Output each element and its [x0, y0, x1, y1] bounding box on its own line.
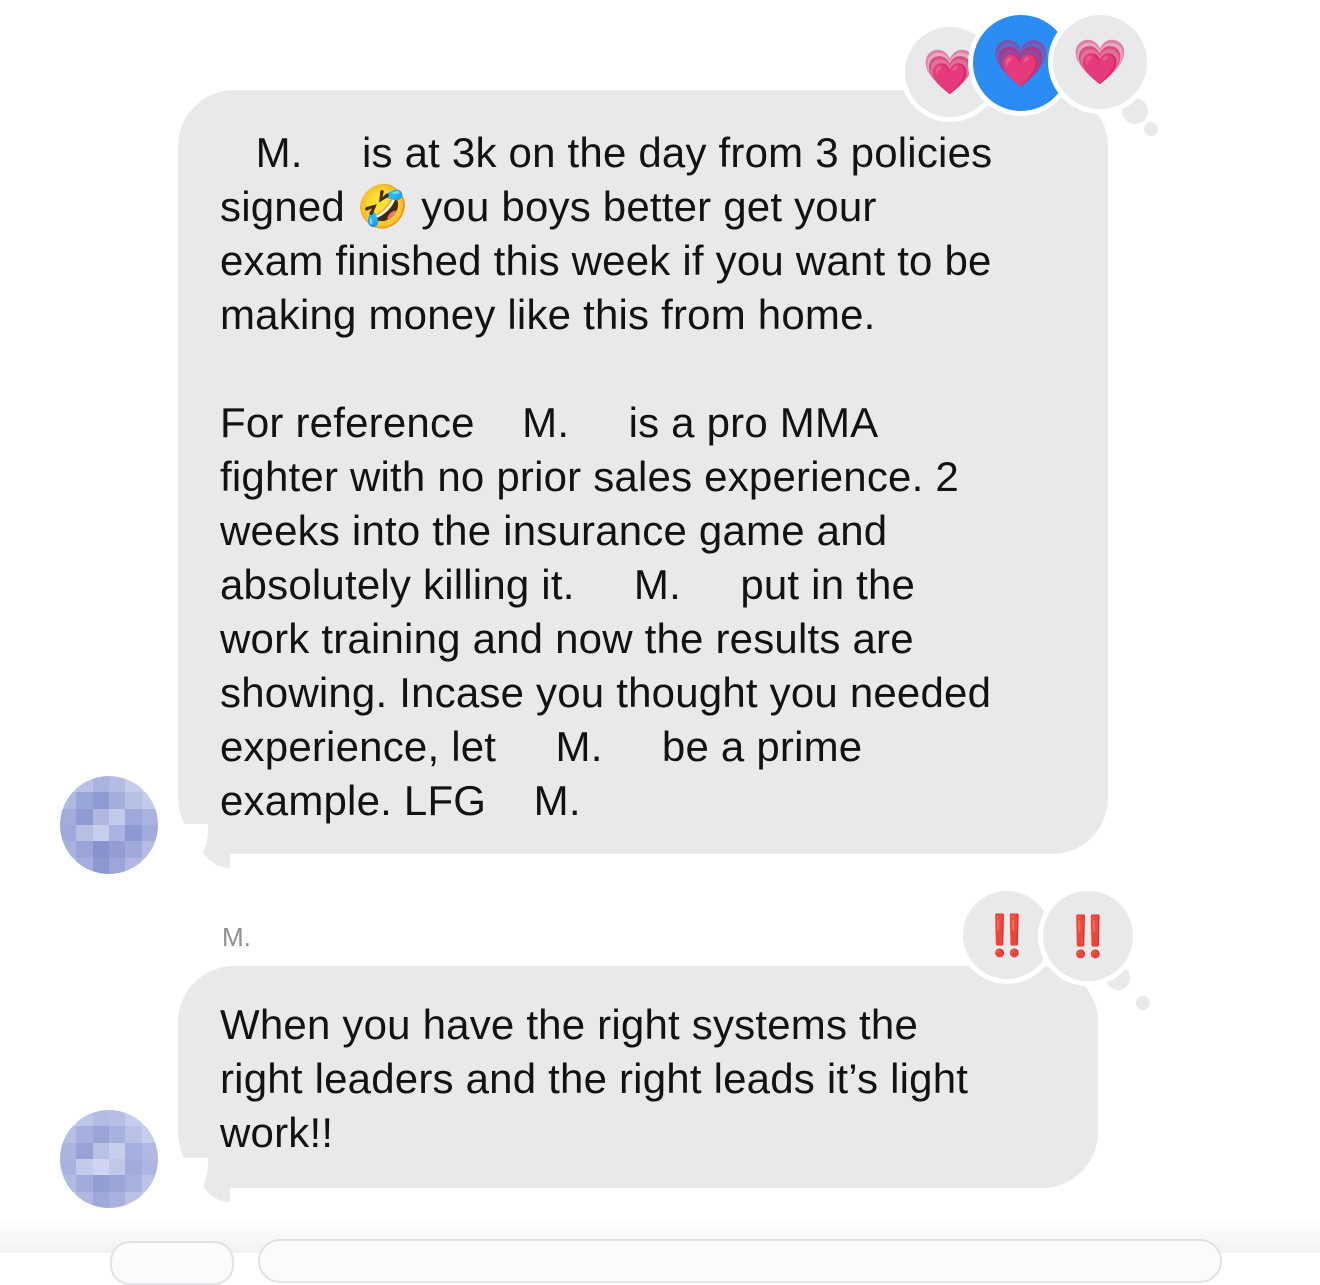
bubble-tail: [174, 824, 230, 870]
message-text: M. is at 3k on the day from 3 policies s…: [220, 129, 993, 824]
double-exclamation-icon: ‼️: [982, 913, 1032, 958]
message-text: When you have the right systems the righ…: [220, 1001, 969, 1156]
message-bubble[interactable]: When you have the right systems the righ…: [174, 966, 1098, 1204]
double-exclamation-icon: ‼️: [1063, 914, 1113, 959]
avatar[interactable]: [60, 776, 158, 874]
message-input-bar: [0, 1217, 1320, 1285]
reaction-exclamation-2[interactable]: ‼️: [1038, 886, 1138, 986]
message-bubble[interactable]: M. is at 3k on the day from 3 policies s…: [174, 90, 1108, 870]
pink-heart-icon: 💗: [1072, 38, 1128, 87]
reaction-heart-2[interactable]: 💗: [1048, 10, 1152, 114]
pink-heart-icon: 💗: [992, 36, 1050, 89]
apps-button[interactable]: [110, 1241, 234, 1285]
message-input[interactable]: [258, 1239, 1222, 1283]
bubble-tail: [174, 1158, 230, 1204]
reaction-tail-dot-small: [1144, 122, 1158, 136]
sender-name: M.: [222, 922, 251, 952]
avatar[interactable]: [60, 1110, 158, 1208]
reaction-tail-dot-small: [1136, 996, 1150, 1010]
